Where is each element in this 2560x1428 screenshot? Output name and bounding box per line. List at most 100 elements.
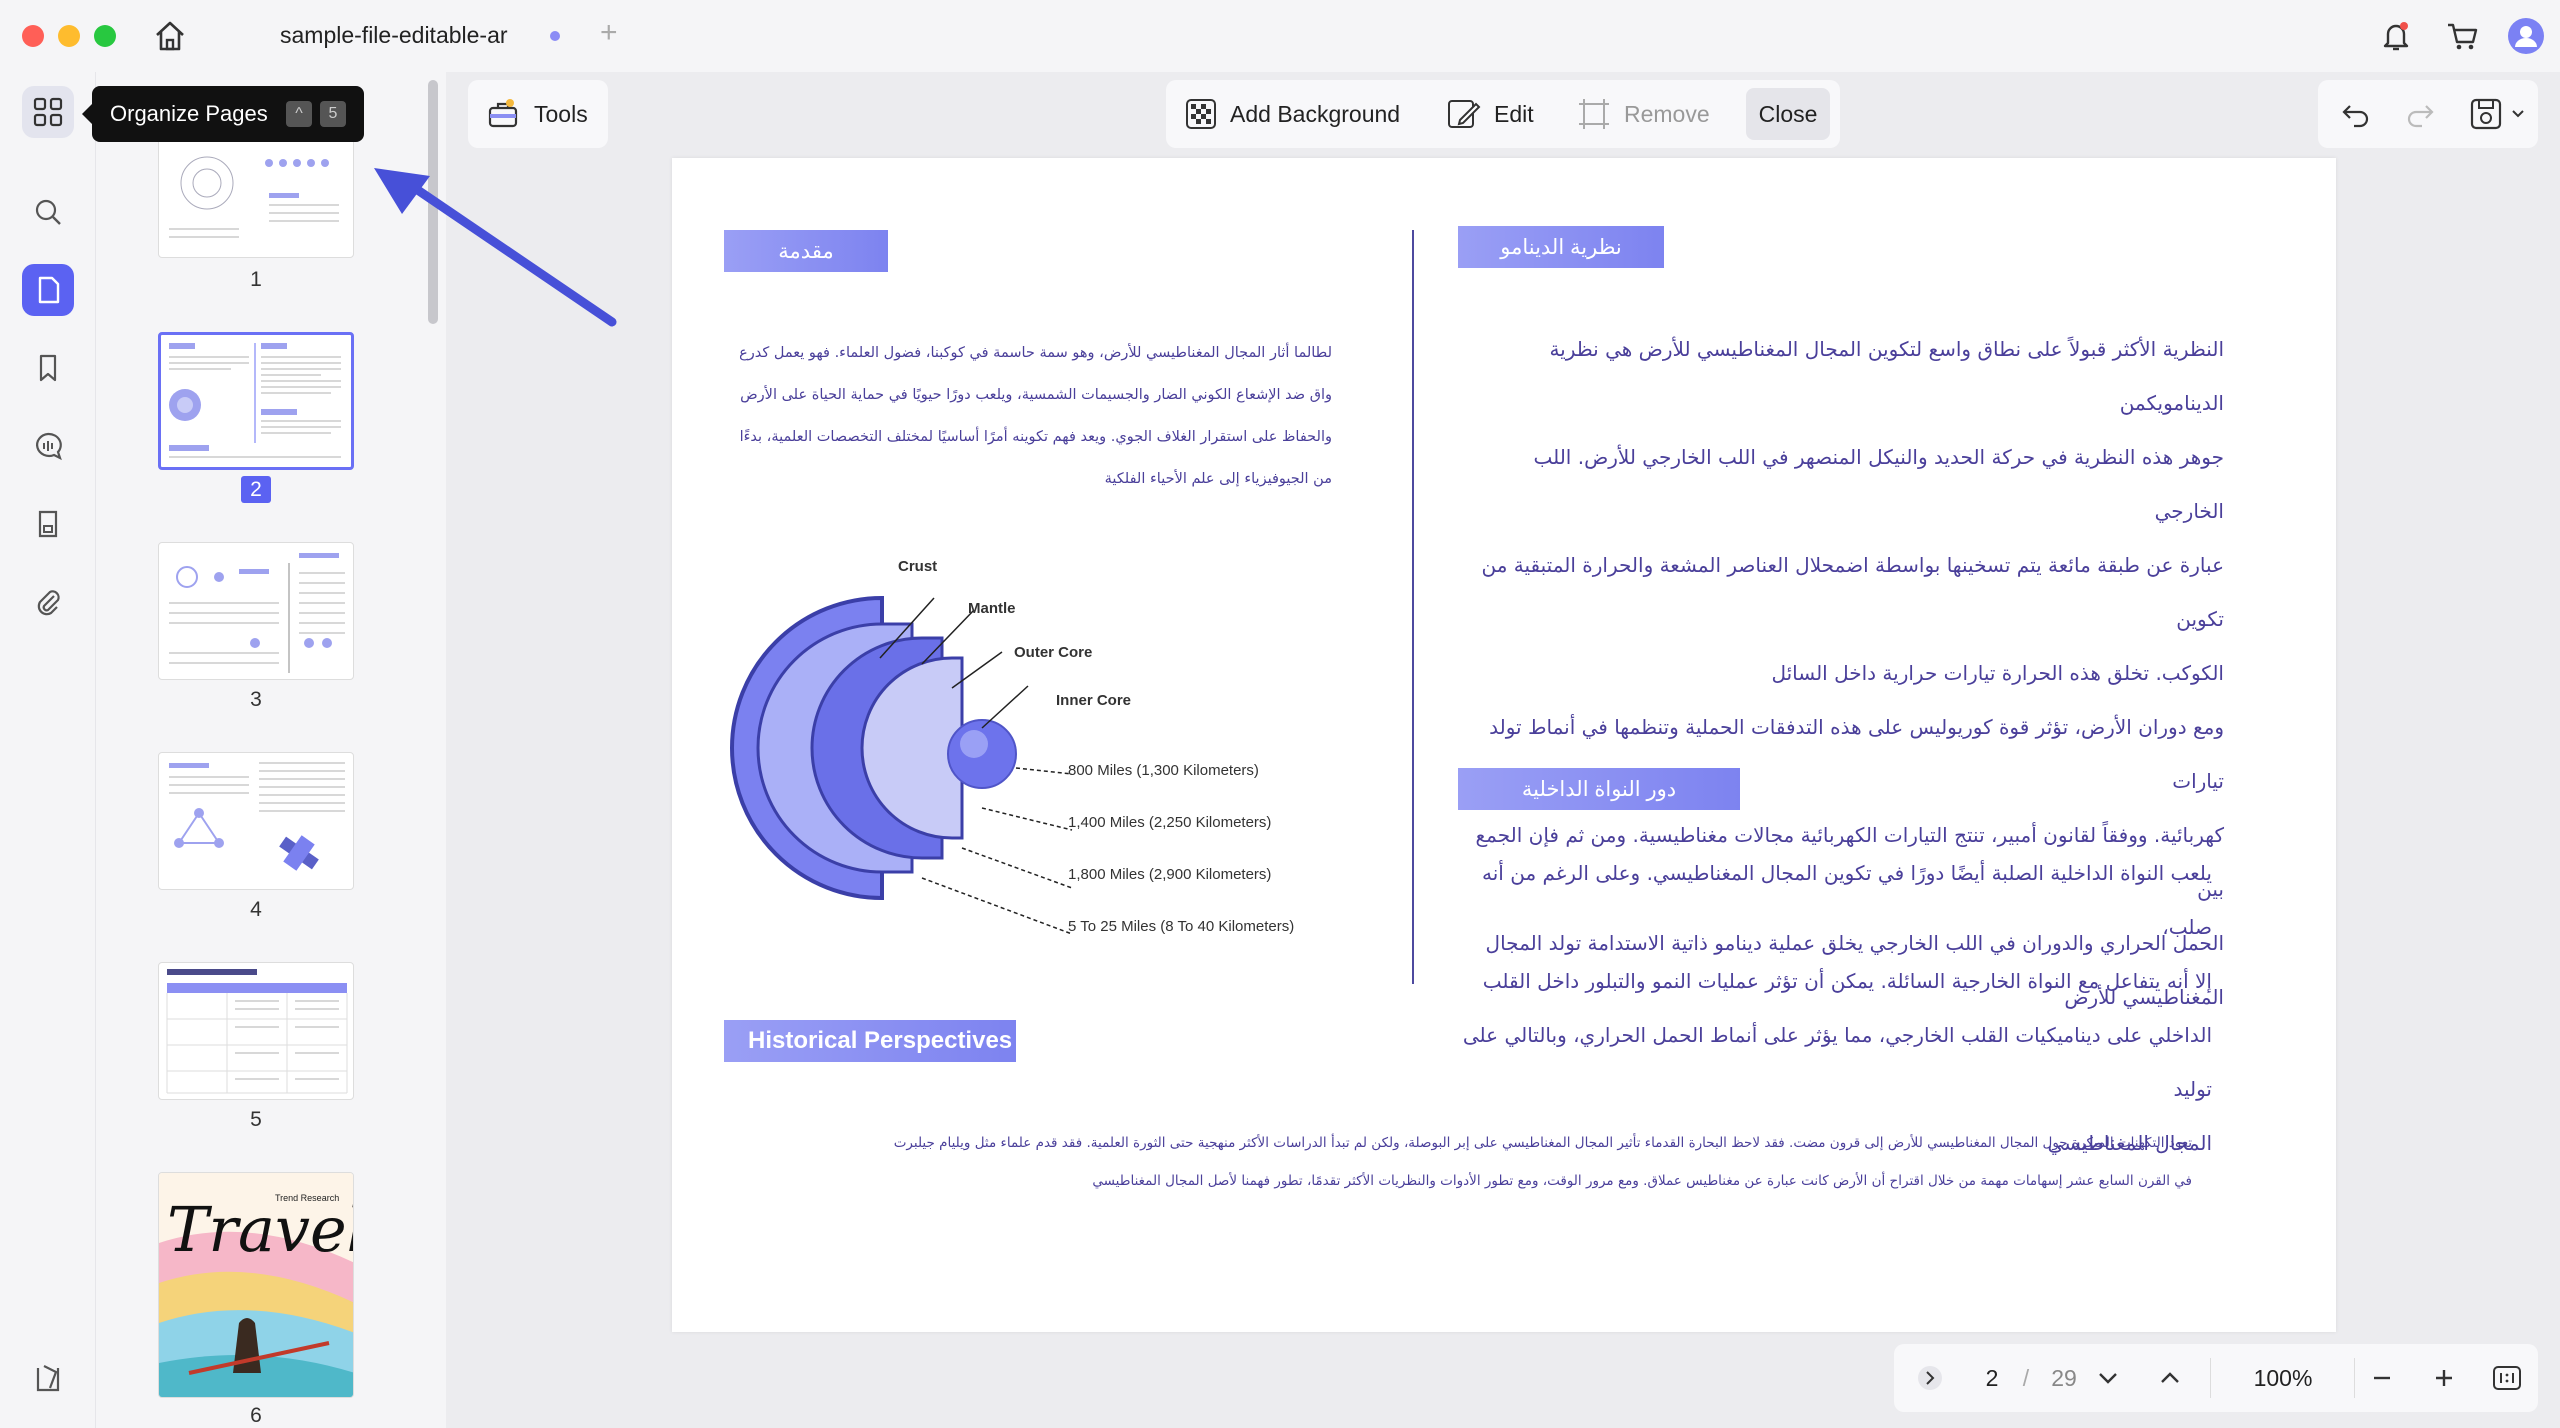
home-icon[interactable] bbox=[152, 18, 188, 54]
page-navigation-bar: 2 / 29 100% bbox=[1894, 1344, 2538, 1412]
tooltip-key-5: 5 bbox=[320, 101, 346, 127]
page-thumbnail-1[interactable] bbox=[158, 132, 354, 258]
document-form-icon bbox=[38, 510, 58, 538]
page-number-2: 2 bbox=[241, 476, 271, 503]
zoom-window-button[interactable] bbox=[94, 25, 116, 47]
mantle-label: Mantle bbox=[968, 600, 1016, 617]
title-bar: sample-file-editable-ar + bbox=[0, 0, 2560, 72]
tools-label: Tools bbox=[534, 100, 588, 127]
page-thumbnails-button[interactable] bbox=[22, 264, 74, 316]
search-icon bbox=[35, 199, 61, 225]
intro-line: واق ضد الإشعاع الكوني الضار والجسيمات ال… bbox=[740, 387, 1332, 403]
close-window-button[interactable] bbox=[22, 25, 44, 47]
dynamo-line: جوهر هذه النظرية في حركة الحديد والنيكل … bbox=[1533, 445, 2224, 523]
total-pages: 29 bbox=[2051, 1364, 2077, 1391]
depth-label: 800 Miles (1,300 Kilometers) bbox=[1068, 762, 1259, 779]
sidebar-toggle-button[interactable] bbox=[22, 1352, 74, 1404]
minimize-window-button[interactable] bbox=[58, 25, 80, 47]
edit-background-button[interactable]: Edit bbox=[1446, 90, 1534, 138]
page-number-5: 5 bbox=[250, 1108, 262, 1131]
bookmarks-button[interactable] bbox=[22, 342, 74, 394]
close-background-button[interactable]: Close bbox=[1746, 88, 1830, 140]
intro-line: والحفاظ على استقرار الغلاف الجوي. ويعد ف… bbox=[739, 429, 1332, 445]
page-number-3: 3 bbox=[250, 688, 262, 711]
add-background-label: Add Background bbox=[1230, 100, 1401, 127]
edit-label: Edit bbox=[1494, 100, 1534, 127]
save-icon[interactable] bbox=[2468, 96, 2504, 132]
form-fields-button[interactable] bbox=[22, 498, 74, 550]
inner-core-heading[interactable]: دور النواة الداخلية bbox=[1458, 768, 1740, 810]
depth-label: 1,800 Miles (2,900 Kilometers) bbox=[1068, 866, 1272, 883]
unsaved-dot-icon bbox=[550, 31, 560, 41]
zoom-in-icon[interactable] bbox=[2430, 1364, 2458, 1392]
search-button[interactable] bbox=[22, 186, 74, 238]
inner-core-line: يلعب النواة الداخلية الصلبة أيضًا دورًا … bbox=[1482, 861, 2212, 939]
tools-button[interactable]: Tools bbox=[468, 80, 608, 148]
chevron-down-icon[interactable] bbox=[2510, 106, 2526, 122]
previous-page-chevron-up-icon[interactable] bbox=[2156, 1364, 2184, 1392]
page-number-4: 4 bbox=[250, 898, 262, 921]
actual-size-icon[interactable] bbox=[2492, 1364, 2522, 1392]
expand-chevron-icon[interactable] bbox=[1916, 1364, 1944, 1392]
intro-line: لطالما أثار المجال المغناطيسي للأرض، وهو… bbox=[739, 345, 1332, 361]
bookmark-icon bbox=[39, 354, 57, 382]
history-paragraph[interactable]: تعود التكهنات المبكرة حول المجال المغناط… bbox=[724, 1124, 2192, 1200]
page-thumbnail-2[interactable] bbox=[158, 332, 354, 470]
remove-background-button[interactable]: Remove bbox=[1576, 90, 1710, 138]
organize-pages-tooltip: Organize Pages ^ 5 bbox=[82, 86, 364, 142]
toolbox-icon bbox=[488, 99, 518, 128]
intro-heading[interactable]: مقدمة bbox=[724, 230, 888, 272]
comments-button[interactable] bbox=[22, 420, 74, 472]
attachments-button[interactable] bbox=[22, 576, 74, 628]
dynamo-heading[interactable]: نظرية الدينامو bbox=[1458, 226, 1664, 268]
comment-icon bbox=[36, 432, 62, 461]
intro-paragraph[interactable]: لطالما أثار المجال المغناطيسي للأرض، وهو… bbox=[724, 332, 1332, 500]
travel-title: Travel bbox=[167, 1193, 354, 1266]
column-divider bbox=[1412, 230, 1414, 984]
current-page-input[interactable]: 2 bbox=[1966, 1344, 2018, 1412]
cart-icon[interactable] bbox=[2442, 16, 2482, 56]
dynamo-line: عبارة عن طبقة مائعة يتم تسخينها بواسطة ا… bbox=[1481, 553, 2224, 631]
left-tool-rail bbox=[0, 72, 96, 1428]
page-thumbnail-5[interactable] bbox=[158, 962, 354, 1100]
outer-core-label: Outer Core bbox=[1014, 644, 1093, 661]
user-avatar-icon[interactable] bbox=[2506, 16, 2546, 56]
depth-label: 5 To 25 Miles (8 To 40 Kilometers) bbox=[1068, 918, 1295, 935]
page-number-1: 1 bbox=[250, 268, 262, 291]
page-thumbnail-3[interactable] bbox=[158, 542, 354, 680]
redo-icon[interactable] bbox=[2404, 98, 2436, 130]
zoom-out-icon[interactable] bbox=[2368, 1364, 2396, 1392]
checkerboard-icon bbox=[1186, 99, 1216, 129]
background-toolbar: Add Background Edit Remove Close bbox=[1166, 80, 1840, 148]
earth-layers-diagram bbox=[730, 595, 1073, 935]
add-background-button[interactable]: Add Background bbox=[1184, 90, 1400, 138]
zoom-level[interactable]: 100% bbox=[2228, 1344, 2338, 1412]
page-thumbnail-6[interactable]: Trend Research Travel bbox=[158, 1172, 354, 1398]
inner-core-paragraph[interactable]: يلعب النواة الداخلية الصلبة أيضًا دورًا … bbox=[1462, 846, 2212, 1170]
history-line: تعود التكهنات المبكرة حول المجال المغناط… bbox=[893, 1135, 2192, 1151]
remove-label: Remove bbox=[1624, 100, 1710, 127]
annotation-arrow-icon bbox=[374, 168, 617, 327]
inner-core-line: الداخلي على ديناميكيات القلب الخارجي، مم… bbox=[1462, 1023, 2212, 1101]
history-heading[interactable]: Historical Perspectives bbox=[724, 1020, 1016, 1062]
history-line: في القرن السابع عشر إسهامات مهمة من خلال… bbox=[1092, 1173, 2192, 1189]
pages-icon bbox=[38, 276, 60, 304]
new-tab-icon[interactable]: + bbox=[600, 16, 618, 50]
notification-bell-icon[interactable] bbox=[2376, 16, 2416, 56]
next-page-chevron-down-icon[interactable] bbox=[2094, 1364, 2122, 1392]
document-tab-title[interactable]: sample-file-editable-ar bbox=[280, 22, 508, 49]
page-separator: / bbox=[2022, 1364, 2030, 1391]
crust-label: Crust bbox=[898, 558, 938, 575]
tooltip-label: Organize Pages bbox=[110, 101, 268, 126]
dynamo-line: النظرية الأكثر قبولاً على نطاق واسع لتكو… bbox=[1549, 337, 2224, 415]
inner-core-line: إلا أنه يتفاعل مع النواة الخارجية السائل… bbox=[1482, 969, 2212, 993]
history-toolbar bbox=[2318, 80, 2538, 148]
organize-pages-button[interactable] bbox=[22, 86, 74, 138]
undo-icon[interactable] bbox=[2340, 98, 2372, 130]
layers-icon bbox=[36, 1365, 60, 1392]
inner-core-label: Inner Core bbox=[1056, 692, 1132, 709]
paperclip-icon bbox=[37, 590, 60, 616]
dynamo-line: الكوكب. تخلق هذه الحرارة تيارات حرارية د… bbox=[1771, 661, 2224, 685]
intro-line: من الجيوفيزياء إلى علم الأحياء الفلكية bbox=[1104, 471, 1332, 487]
page-thumbnail-4[interactable] bbox=[158, 752, 354, 890]
